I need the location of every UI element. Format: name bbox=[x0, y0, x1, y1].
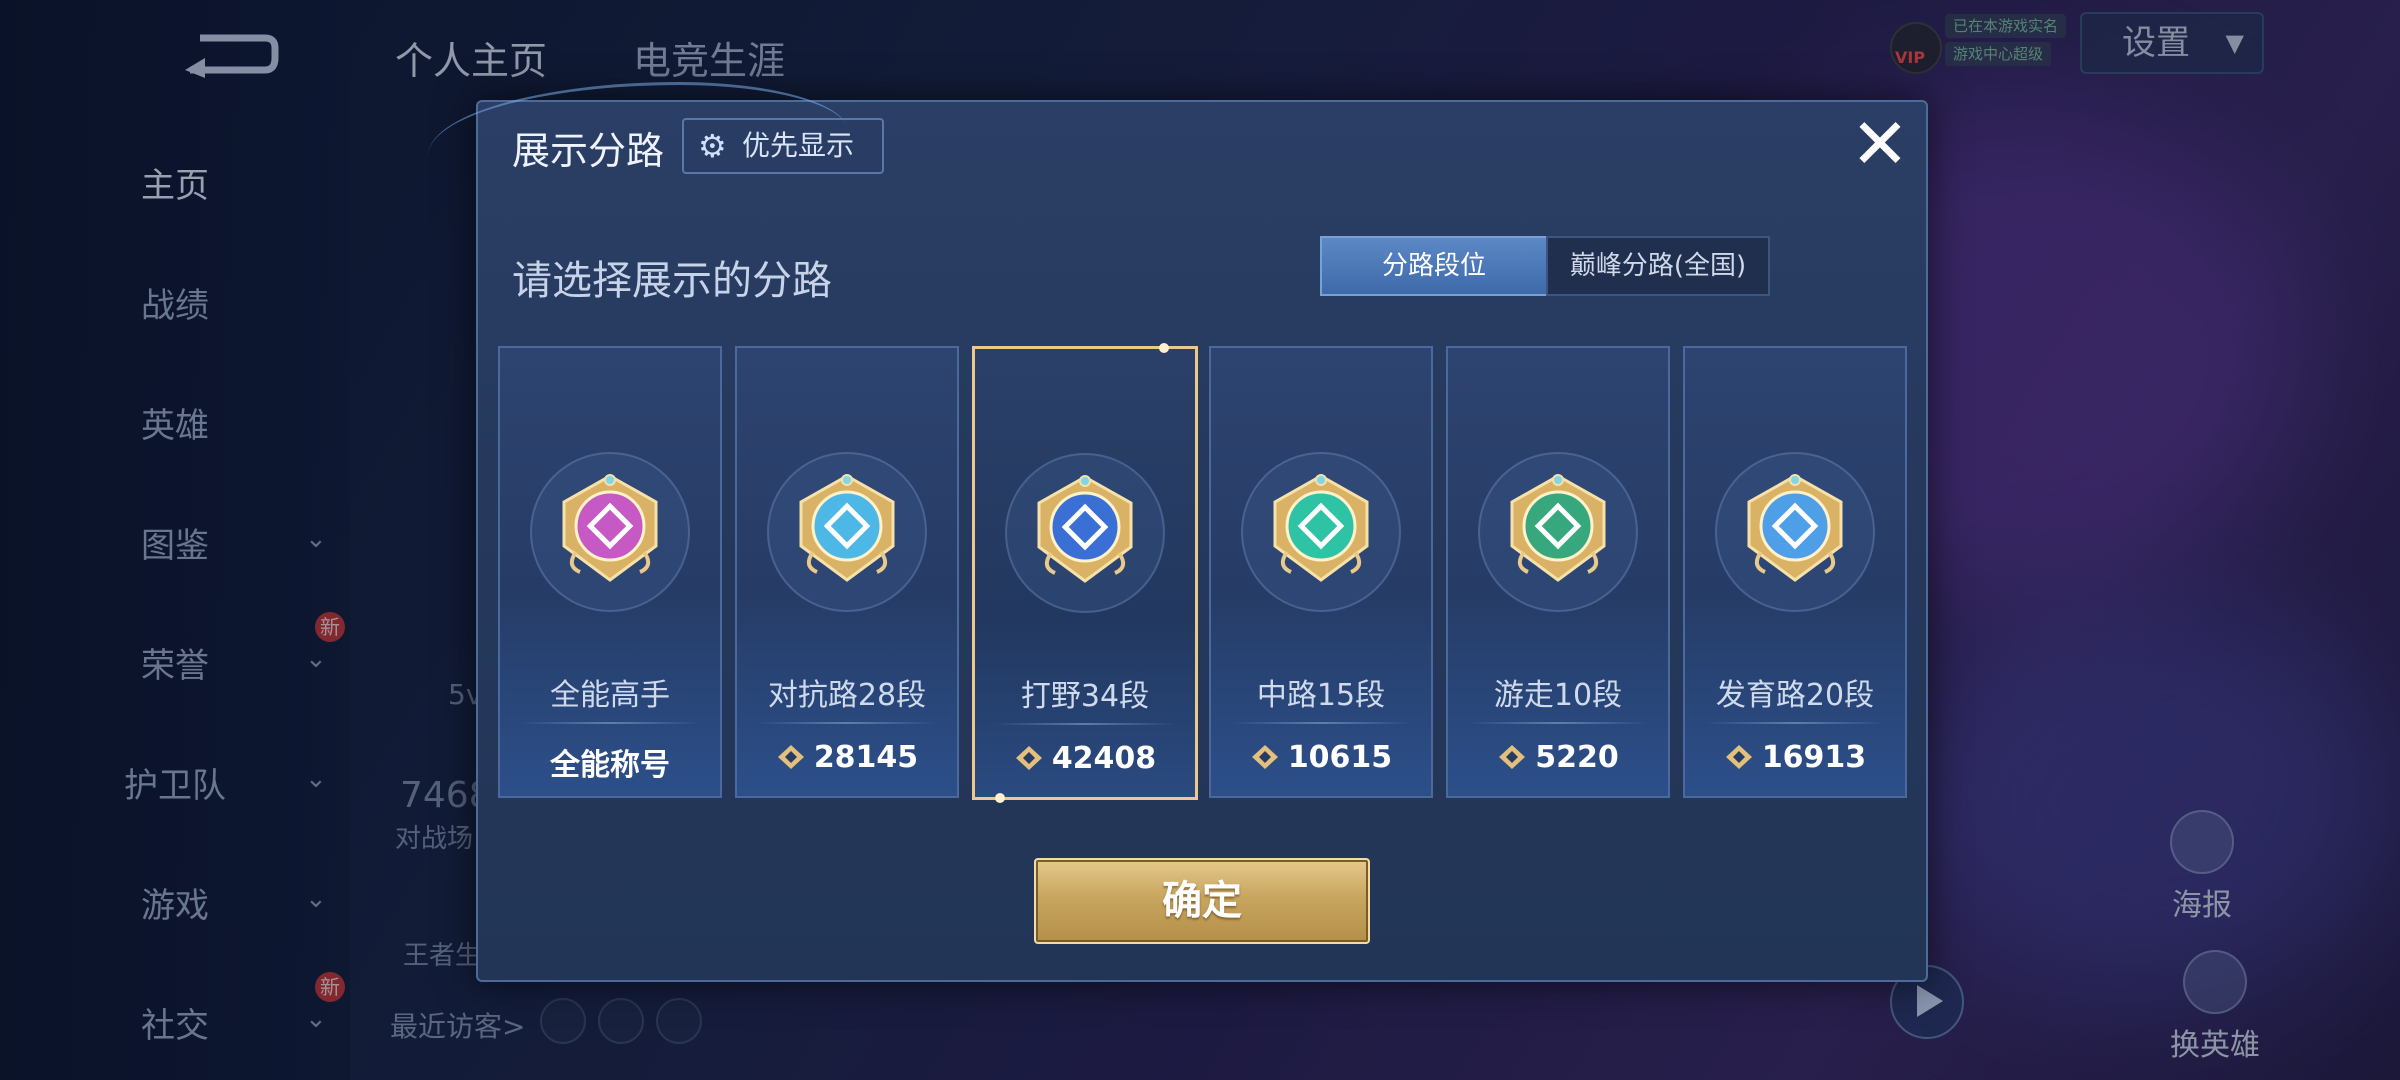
farm-lane-badge-icon bbox=[1747, 474, 1843, 582]
tab-lane-rank[interactable]: 分路段位 bbox=[1320, 236, 1548, 296]
card-divider bbox=[1468, 722, 1648, 724]
badge-container bbox=[767, 452, 927, 612]
card-roam[interactable]: 游走10段 5220 bbox=[1446, 346, 1670, 798]
lane-points-value: 全能称号 bbox=[500, 740, 720, 784]
mid-lane-badge-icon bbox=[1273, 474, 1369, 582]
lane-points-text: 28145 bbox=[813, 740, 919, 775]
card-divider bbox=[520, 722, 700, 724]
badge-container bbox=[1715, 452, 1875, 612]
card-divider bbox=[1705, 722, 1885, 724]
card-divider bbox=[995, 723, 1175, 725]
card-divider bbox=[1231, 722, 1411, 724]
badge-container bbox=[1478, 452, 1638, 612]
roam-badge-icon bbox=[1510, 474, 1606, 582]
lane-rank-label: 中路15段 bbox=[1256, 678, 1386, 713]
card-jungle[interactable]: 打野34段 42408 bbox=[972, 343, 1198, 803]
badge-container bbox=[1005, 453, 1165, 613]
lane-points-value: 10615 bbox=[1211, 740, 1431, 775]
lane-points-text: 5220 bbox=[1535, 740, 1619, 775]
all-round-badge-icon bbox=[562, 474, 658, 582]
card-clash-lane[interactable]: 对抗路28段 28145 bbox=[735, 346, 959, 798]
lane-points-text: 全能称号 bbox=[550, 748, 670, 783]
card-all-round[interactable]: 全能高手 全能称号 bbox=[498, 346, 722, 798]
clash-lane-badge-icon bbox=[799, 474, 895, 582]
dialog-title: 展示分路 bbox=[512, 129, 665, 173]
lane-points-value: 5220 bbox=[1448, 740, 1668, 775]
close-icon: ✕ bbox=[1850, 103, 1910, 185]
lane-rank-label: 全能高手 bbox=[550, 678, 670, 713]
peak-points-icon bbox=[1015, 746, 1042, 770]
lane-rank-label: 对抗路28段 bbox=[767, 678, 927, 713]
tab-peak-lane[interactable]: 巅峰分路(全国) bbox=[1546, 236, 1770, 296]
card-mid-lane[interactable]: 中路15段 10615 bbox=[1209, 346, 1433, 798]
badge-container bbox=[530, 452, 690, 612]
lane-points-value: 42408 bbox=[975, 741, 1195, 776]
close-button[interactable]: ✕ bbox=[1848, 109, 1912, 179]
peak-points-icon bbox=[1251, 745, 1278, 769]
priority-display-button[interactable]: ⚙ 优先显示 bbox=[682, 118, 884, 174]
peak-points-icon bbox=[1725, 745, 1752, 769]
lane-points-text: 16913 bbox=[1761, 740, 1867, 775]
card-farm-lane[interactable]: 发育路20段 16913 bbox=[1683, 346, 1907, 798]
lane-points-value: 16913 bbox=[1685, 740, 1905, 775]
selection-corner bbox=[995, 793, 1005, 803]
selection-corner bbox=[1159, 343, 1169, 353]
lane-points-text: 10615 bbox=[1287, 740, 1393, 775]
confirm-button[interactable]: 确定 bbox=[1034, 858, 1370, 944]
lane-points-value: 28145 bbox=[737, 740, 957, 775]
gear-icon: ⚙ bbox=[698, 127, 727, 165]
priority-display-label: 优先显示 bbox=[742, 129, 855, 162]
peak-points-icon bbox=[1499, 745, 1526, 769]
jungle-badge-icon bbox=[1037, 475, 1133, 583]
card-divider bbox=[757, 722, 937, 724]
lane-display-dialog: 展示分路 ⚙ 优先显示 ✕ 请选择展示的分路 分路段位 巅峰分路(全国) 全能高… bbox=[428, 82, 1928, 982]
dialog-subtitle: 请选择展示的分路 bbox=[512, 258, 832, 304]
lane-points-text: 42408 bbox=[1051, 741, 1157, 776]
lane-rank-label: 打野34段 bbox=[1020, 679, 1150, 714]
lane-rank-label: 游走10段 bbox=[1493, 678, 1623, 713]
peak-points-icon bbox=[777, 745, 804, 769]
lane-rank-label: 发育路20段 bbox=[1715, 678, 1875, 713]
badge-container bbox=[1241, 452, 1401, 612]
